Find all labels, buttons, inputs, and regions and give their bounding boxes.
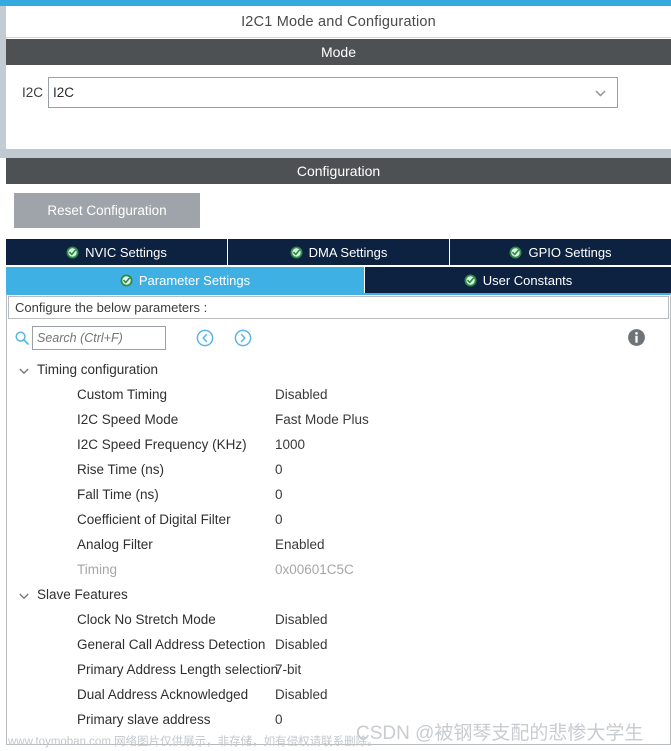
mode-row: I2C I2C (22, 77, 619, 108)
green-check-icon (290, 246, 303, 259)
param-row-i2c-speed-mode[interactable]: I2C Speed Mode Fast Mode Plus (7, 407, 670, 432)
param-row-general-call-address-detection[interactable]: General Call Address Detection Disabled (7, 632, 670, 657)
param-value: 0x00601C5C (275, 562, 354, 577)
param-row-analog-filter[interactable]: Analog Filter Enabled (7, 532, 670, 557)
param-row-i2c-speed-frequency[interactable]: I2C Speed Frequency (KHz) 1000 (7, 432, 670, 457)
param-row-coefficient-of-digital-filter[interactable]: Coefficient of Digital Filter 0 (7, 507, 670, 532)
mode-section-title: Mode (320, 44, 357, 60)
param-name: Coefficient of Digital Filter (77, 512, 231, 527)
reset-configuration-label: Reset Configuration (47, 203, 167, 218)
chevron-down-icon (594, 86, 607, 99)
parameter-settings-panel: Configure the below parameters : Search … (6, 293, 671, 745)
tab-row-secondary: Parameter Settings User Constants (6, 267, 671, 293)
tab-dma-settings[interactable]: DMA Settings (228, 239, 450, 265)
param-name: Timing (77, 562, 118, 577)
group-label: Slave Features (37, 587, 128, 602)
param-name: Primary slave address (77, 712, 211, 727)
previous-match-icon[interactable] (196, 329, 214, 347)
configure-hint-label: Configure the below parameters : (15, 300, 208, 315)
i2c-configuration-window: I2C1 Mode and Configuration Mode I2C I2C… (0, 0, 671, 751)
param-name: Dual Address Acknowledged (77, 687, 249, 702)
search-toolbar (7, 323, 670, 353)
param-row-clock-no-stretch-mode[interactable]: Clock No Stretch Mode Disabled (7, 607, 670, 632)
page-title: I2C1 Mode and Configuration (241, 13, 436, 30)
tab-gpio-settings[interactable]: GPIO Settings (450, 239, 671, 265)
param-name: Primary Address Length selection (77, 662, 279, 677)
section-separator (0, 149, 671, 158)
mode-dropdown-value: I2C (53, 85, 75, 100)
next-match-icon[interactable] (234, 329, 252, 347)
param-row-rise-time[interactable]: Rise Time (ns) 0 (7, 457, 670, 482)
green-check-icon (120, 274, 133, 287)
parameter-list: Timing configuration Custom Timing Disab… (7, 357, 670, 732)
green-check-icon (464, 274, 477, 287)
mode-dropdown[interactable]: I2C (48, 77, 619, 108)
param-value: 7-bit (275, 662, 302, 677)
param-row-dual-address-acknowledged[interactable]: Dual Address Acknowledged Disabled (7, 682, 670, 707)
param-value: Fast Mode Plus (275, 412, 369, 427)
param-value: Enabled (275, 537, 325, 552)
tab-gpio-settings-label: GPIO Settings (528, 244, 612, 260)
param-name: Analog Filter (77, 537, 153, 552)
info-icon[interactable] (627, 328, 646, 347)
tab-nvic-settings[interactable]: NVIC Settings (6, 239, 228, 265)
tab-parameter-settings[interactable]: Parameter Settings (6, 267, 365, 293)
param-value: Disabled (275, 387, 328, 402)
search-icon (14, 330, 30, 346)
param-value: Disabled (275, 687, 328, 702)
reset-configuration-button[interactable]: Reset Configuration (14, 193, 200, 228)
param-value: Disabled (275, 637, 328, 652)
group-label: Timing configuration (37, 362, 159, 377)
param-row-primary-address-length-selection[interactable]: Primary Address Length selection 7-bit (7, 657, 670, 682)
search-input[interactable] (32, 326, 166, 350)
tab-parameter-settings-label: Parameter Settings (138, 272, 251, 288)
green-check-icon (509, 246, 522, 259)
green-check-icon (66, 246, 79, 259)
configuration-section-header: Configuration (6, 158, 671, 184)
param-name: General Call Address Detection (77, 637, 266, 652)
param-name: I2C Speed Mode (77, 412, 179, 427)
configuration-section-body: Reset Configuration (6, 184, 671, 236)
param-name: Rise Time (ns) (77, 462, 165, 477)
tab-user-constants[interactable]: User Constants (365, 267, 671, 293)
tab-row-primary: NVIC Settings DMA Settings GPIO Settings (6, 239, 671, 265)
mode-section-header: Mode (6, 39, 671, 65)
tab-user-constants-label: User Constants (482, 272, 573, 288)
window-title-bar: I2C1 Mode and Configuration (6, 6, 671, 38)
param-row-custom-timing[interactable]: Custom Timing Disabled (7, 382, 670, 407)
param-value: 0 (275, 712, 283, 727)
chevron-down-icon (18, 589, 30, 601)
param-value: 1000 (275, 437, 306, 452)
configuration-section-title: Configuration (296, 163, 381, 179)
param-value: 0 (275, 462, 283, 477)
param-row-timing: Timing 0x00601C5C (7, 557, 670, 582)
group-header-slave-features[interactable]: Slave Features (7, 582, 670, 607)
param-value: Disabled (275, 612, 328, 627)
param-name: Custom Timing (77, 387, 168, 402)
param-row-fall-time[interactable]: Fall Time (ns) 0 (7, 482, 670, 507)
mode-section-body: I2C I2C (6, 65, 671, 149)
group-header-timing-configuration[interactable]: Timing configuration (7, 357, 670, 382)
chevron-down-icon (18, 364, 30, 376)
param-name: I2C Speed Frequency (KHz) (77, 437, 247, 452)
configure-hint-bar: Configure the below parameters : (8, 296, 669, 319)
tab-dma-settings-label: DMA Settings (308, 244, 388, 260)
param-name: Clock No Stretch Mode (77, 612, 216, 627)
param-value: 0 (275, 512, 283, 527)
param-value: 0 (275, 487, 283, 502)
param-row-primary-slave-address[interactable]: Primary slave address 0 (7, 707, 670, 732)
tab-nvic-settings-label: NVIC Settings (85, 244, 167, 260)
mode-label: I2C (22, 85, 44, 100)
param-name: Fall Time (ns) (77, 487, 159, 502)
